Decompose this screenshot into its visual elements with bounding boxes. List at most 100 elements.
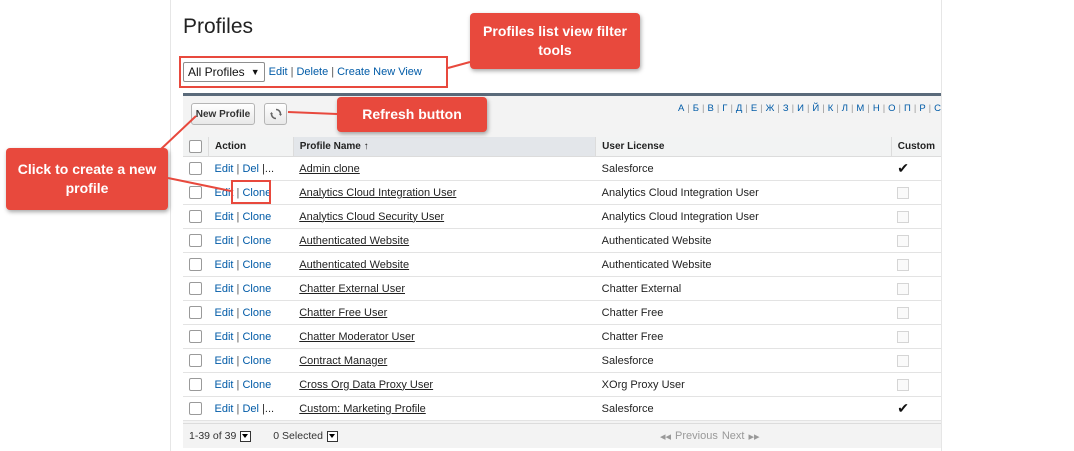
clone-link[interactable]: Clone (242, 355, 271, 367)
edit-link[interactable]: Edit (215, 331, 234, 343)
profile-name-link[interactable]: Authenticated Website (299, 259, 409, 271)
profile-name-link[interactable]: Admin clone (299, 163, 360, 175)
profile-name-cell: Analytics Cloud Security User (293, 204, 596, 229)
profile-name-link[interactable]: Contract Manager (299, 355, 387, 367)
clone-link[interactable]: Clone (242, 235, 271, 247)
alphabet-letter-link[interactable]: П (904, 103, 911, 114)
row-select-cell (183, 300, 209, 325)
alphabet-letter-link[interactable]: З (783, 103, 789, 114)
user-license-column-header[interactable]: User License (595, 137, 892, 157)
alphabet-letter-link[interactable]: В (707, 103, 713, 114)
user-license-cell: Chatter Free (595, 300, 892, 325)
profile-name-cell: Custom: Marketing Profile (293, 396, 596, 421)
alphabet-letter-link[interactable]: К (828, 103, 834, 114)
separator: | (928, 103, 932, 114)
alphabet-letter-link[interactable]: Й (812, 103, 819, 114)
alphabet-letter-link[interactable]: Л (842, 103, 848, 114)
edit-link[interactable]: Edit (215, 211, 234, 223)
separator: | (791, 103, 795, 114)
row-select-cell (183, 396, 209, 421)
edit-link[interactable]: Edit (215, 283, 234, 295)
alphabet-letter-link[interactable]: Д (736, 103, 742, 114)
more-actions-link[interactable]: |... (262, 163, 274, 175)
alphabet-letter-link[interactable]: Р (919, 103, 925, 114)
clone-link[interactable]: Clone (242, 259, 271, 271)
alphabet-letter-link[interactable]: Б (693, 103, 699, 114)
selected-dropdown-icon[interactable] (326, 430, 338, 442)
profile-name-link[interactable]: Analytics Cloud Security User (299, 211, 444, 223)
alphabet-filter: А | Б | В | Г | Д | Е | Ж | З | И | Й | К | Л | М | Н | О | П | Р | С (678, 103, 941, 114)
separator: | (236, 402, 240, 415)
last-page-icon[interactable]: ▸▸ (748, 430, 759, 443)
row-checkbox[interactable] (189, 402, 202, 415)
custom-column-header[interactable]: Custom (890, 137, 941, 157)
delete-link[interactable]: Del (242, 163, 259, 175)
filter-tools-callout: Profiles list view filter tools (470, 13, 640, 69)
row-select-cell (183, 324, 209, 349)
refresh-button[interactable] (264, 103, 287, 125)
row-checkbox[interactable] (189, 354, 202, 367)
alphabet-letter-link[interactable]: О (888, 103, 895, 114)
profile-name-link[interactable]: Chatter External User (299, 283, 405, 295)
row-checkbox[interactable] (189, 162, 202, 175)
alphabet-letter-link[interactable]: Ж (766, 103, 775, 114)
alphabet-letter-link[interactable]: Г (722, 103, 727, 114)
row-checkbox[interactable] (189, 210, 202, 223)
profile-name-link[interactable]: Chatter Free User (299, 307, 387, 319)
alphabet-letter-link[interactable]: И (797, 103, 804, 114)
clone-link[interactable]: Clone (242, 283, 271, 295)
separator: | (236, 258, 240, 271)
edit-link[interactable]: Edit (215, 259, 234, 271)
custom-checkbox-disabled (897, 306, 910, 319)
action-cell: Edit | Clone (208, 300, 294, 325)
row-checkbox[interactable] (189, 306, 202, 319)
profile-name-link[interactable]: Custom: Marketing Profile (299, 403, 426, 415)
edit-link[interactable]: Edit (215, 235, 234, 247)
clone-link[interactable]: Clone (242, 307, 271, 319)
clone-link[interactable]: Clone (242, 379, 271, 391)
alphabet-letter-link[interactable]: Н (873, 103, 880, 114)
clone-link[interactable]: Clone (242, 211, 271, 223)
row-checkbox[interactable] (189, 258, 202, 271)
row-checkbox[interactable] (189, 330, 202, 343)
alphabet-letter-link[interactable]: М (856, 103, 864, 114)
separator: | (236, 378, 240, 391)
custom-cell: ✔ (891, 156, 941, 181)
more-actions-link[interactable]: |... (262, 403, 274, 415)
select-all-checkbox[interactable] (189, 140, 202, 153)
filter-tools-highlight (179, 56, 448, 88)
row-checkbox[interactable] (189, 378, 202, 391)
row-checkbox[interactable] (189, 234, 202, 247)
user-license-cell: Analytics Cloud Integration User (595, 204, 892, 229)
profile-name-link[interactable]: Authenticated Website (299, 235, 409, 247)
new-profile-button[interactable]: New Profile (191, 103, 255, 125)
profile-name-link[interactable]: Chatter Moderator User (299, 331, 415, 343)
user-license-cell: Authenticated Website (595, 252, 892, 277)
edit-link[interactable]: Edit (215, 163, 234, 175)
profile-name-column-header[interactable]: Profile Name ↑ (292, 137, 596, 157)
separator: | (867, 103, 870, 114)
edit-link[interactable]: Edit (215, 403, 234, 415)
edit-link[interactable]: Edit (215, 379, 234, 391)
clone-callout: Click to create a new profile (6, 148, 168, 210)
row-select-cell (183, 372, 209, 397)
alphabet-letter-link[interactable]: С (934, 103, 941, 114)
previous-page-link[interactable]: Previous (675, 430, 718, 443)
range-dropdown-icon[interactable] (240, 430, 252, 442)
clone-link[interactable]: Clone (242, 331, 271, 343)
first-page-icon[interactable]: ◂◂ (660, 430, 671, 443)
separator: | (236, 282, 240, 295)
profile-name-link[interactable]: Cross Org Data Proxy User (299, 379, 433, 391)
custom-checkbox-disabled (897, 210, 910, 223)
delete-link[interactable]: Del (242, 403, 259, 415)
next-page-link[interactable]: Next (722, 430, 745, 443)
profile-name-link[interactable]: Analytics Cloud Integration User (299, 187, 456, 199)
alphabet-letter-link[interactable]: Е (751, 103, 757, 114)
edit-link[interactable]: Edit (215, 355, 234, 367)
alphabet-letter-link[interactable]: А (678, 103, 684, 114)
row-checkbox[interactable] (189, 186, 202, 199)
user-license-cell: Chatter Free (595, 324, 892, 349)
custom-checkbox-disabled (897, 330, 910, 343)
row-checkbox[interactable] (189, 282, 202, 295)
edit-link[interactable]: Edit (215, 307, 234, 319)
